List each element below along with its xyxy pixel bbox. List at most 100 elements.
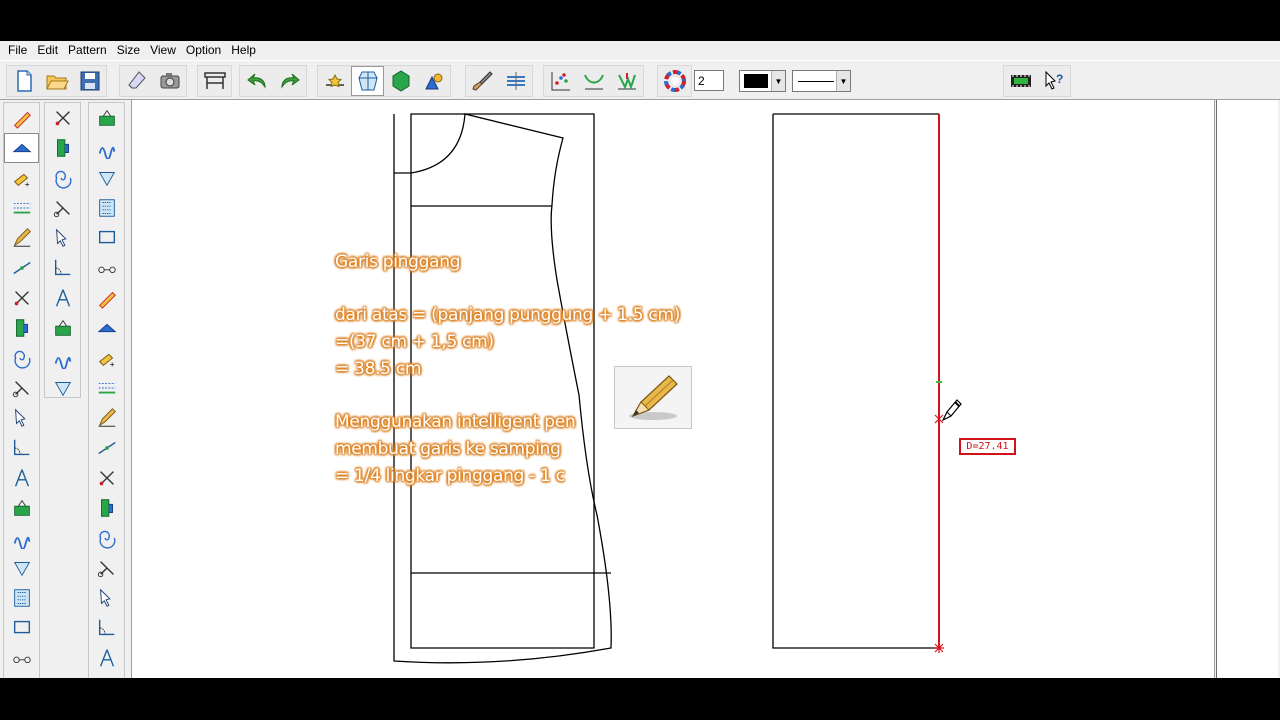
cut-scissors-icon[interactable] — [4, 583, 39, 613]
texture-icon[interactable] — [4, 643, 39, 673]
note-pen-usage: Menggunakan intelligent pen — [335, 412, 576, 432]
back-block-pattern — [772, 113, 944, 653]
corner-adjust-icon[interactable] — [4, 193, 39, 223]
pen-cursor-icon — [941, 399, 962, 422]
paint-toolbar-group — [465, 65, 533, 97]
menu-file[interactable]: File — [3, 41, 32, 60]
measure-line-icon[interactable] — [89, 253, 124, 283]
front-bodice-pattern — [393, 113, 612, 664]
seam-allowance-icon[interactable] — [4, 613, 39, 643]
main-toolbar: ▼ ▼ ? — [0, 60, 1280, 100]
curve-line-icon[interactable] — [45, 163, 80, 193]
line-style-select[interactable]: ▼ — [792, 70, 851, 92]
table-icon[interactable] — [198, 66, 231, 96]
dotted-piece-icon[interactable] — [89, 163, 124, 193]
save-icon[interactable] — [73, 66, 106, 96]
color-piece-icon[interactable] — [89, 523, 124, 553]
menu-option[interactable]: Option — [181, 41, 226, 60]
note-substitution: =(37 cm + 1,5 cm) — [335, 332, 494, 352]
length-readout: D=27.41 — [959, 438, 1016, 455]
pattern-grid-icon[interactable] — [45, 373, 80, 403]
piece-list-icon[interactable] — [45, 133, 80, 163]
note-waist-title: Garis pinggang — [335, 252, 461, 272]
mirror-piece-icon[interactable] — [89, 583, 124, 613]
select-piece-icon[interactable] — [89, 103, 124, 133]
ruler-pen-icon[interactable] — [4, 343, 39, 373]
duplicate-piece-icon[interactable] — [89, 643, 124, 673]
new-file-icon[interactable] — [7, 66, 40, 96]
paint-piece-icon[interactable] — [89, 613, 124, 643]
brush-icon[interactable] — [466, 66, 499, 96]
notch-pleat-icon[interactable] — [4, 403, 39, 433]
piece-transfer-icon[interactable] — [89, 403, 124, 433]
app-window: File Edit Pattern Size View Option Help — [0, 41, 1280, 678]
pattern-detail-icon[interactable] — [45, 343, 80, 373]
piece-colors-icon[interactable] — [417, 66, 450, 96]
point-on-line-icon[interactable] — [4, 223, 39, 253]
sewing-machine-icon[interactable] — [89, 373, 124, 403]
block-outline — [772, 113, 939, 649]
right-side-panel — [1216, 100, 1278, 678]
menu-help[interactable]: Help — [226, 41, 261, 60]
edit-piece-icon[interactable] — [89, 493, 124, 523]
eraser-icon[interactable] — [120, 66, 153, 96]
help-toolbar-group: ? — [1003, 65, 1071, 97]
end-point-marker — [934, 643, 944, 653]
book-icon[interactable] — [89, 553, 124, 583]
compass-icon[interactable] — [4, 283, 39, 313]
table-toolbar-group — [197, 65, 232, 97]
open-folder-icon[interactable] — [40, 66, 73, 96]
button-icon[interactable] — [89, 283, 124, 313]
tool-palette-pattern — [44, 102, 81, 398]
redo-icon[interactable] — [273, 66, 306, 96]
undo-icon[interactable] — [240, 66, 273, 96]
seam-icon[interactable] — [610, 66, 643, 96]
film-strip-icon[interactable] — [1004, 66, 1037, 96]
camera-icon[interactable] — [153, 66, 186, 96]
line-color-select[interactable]: ▼ — [739, 70, 786, 92]
sleeve-icon[interactable] — [89, 193, 124, 223]
fill-piece-icon[interactable] — [384, 66, 417, 96]
piece-layout-icon[interactable] — [45, 223, 80, 253]
file-toolbar-group — [6, 65, 107, 97]
fan-cut-icon[interactable] — [4, 553, 39, 583]
layer-icon[interactable] — [499, 66, 532, 96]
grade-point-icon[interactable] — [318, 66, 351, 96]
scissors-cut-icon[interactable] — [4, 313, 39, 343]
curve-icon[interactable] — [577, 66, 610, 96]
context-help-icon[interactable]: ? — [1037, 66, 1070, 96]
red-line-edit-icon[interactable] — [89, 463, 124, 493]
piece-rotate-icon[interactable]: + — [89, 343, 124, 373]
show-grid-icon[interactable] — [351, 66, 384, 96]
color-wheel-icon[interactable] — [658, 66, 691, 96]
button-row-icon[interactable] — [45, 313, 80, 343]
intelligent-pen-icon[interactable] — [4, 133, 39, 163]
line-style-preview — [798, 80, 834, 82]
dart-icon[interactable] — [4, 373, 39, 403]
spiral-icon[interactable] — [4, 493, 39, 523]
pleat-icon[interactable] — [4, 463, 39, 493]
select-arrow-icon[interactable] — [4, 103, 39, 133]
menu-edit[interactable]: Edit — [32, 41, 63, 60]
tool-palette-piece: + — [88, 102, 125, 678]
points-icon[interactable] — [544, 66, 577, 96]
chevron-down-icon: ▼ — [771, 71, 785, 91]
history-toolbar-group — [239, 65, 307, 97]
rectangle-icon[interactable]: + — [4, 163, 39, 193]
pocket-icon[interactable] — [89, 133, 124, 163]
note-result: = 38.5 cm — [335, 359, 422, 379]
align-pieces-icon[interactable] — [45, 283, 80, 313]
piece-detail-icon[interactable] — [45, 103, 80, 133]
menu-view[interactable]: View — [145, 41, 181, 60]
texture-piece-icon[interactable] — [89, 313, 124, 343]
landscape-icon[interactable] — [89, 223, 124, 253]
line-thickness-input[interactable] — [694, 70, 724, 91]
piece-flip-icon[interactable] — [89, 433, 124, 463]
add-seam-icon[interactable] — [4, 523, 39, 553]
color-arc-icon[interactable] — [45, 253, 80, 283]
fold-icon[interactable] — [4, 433, 39, 463]
fill-piece-icon-2[interactable] — [45, 193, 80, 223]
measure-curve-icon[interactable] — [4, 253, 39, 283]
menu-size[interactable]: Size — [112, 41, 145, 60]
menu-pattern[interactable]: Pattern — [63, 41, 112, 60]
